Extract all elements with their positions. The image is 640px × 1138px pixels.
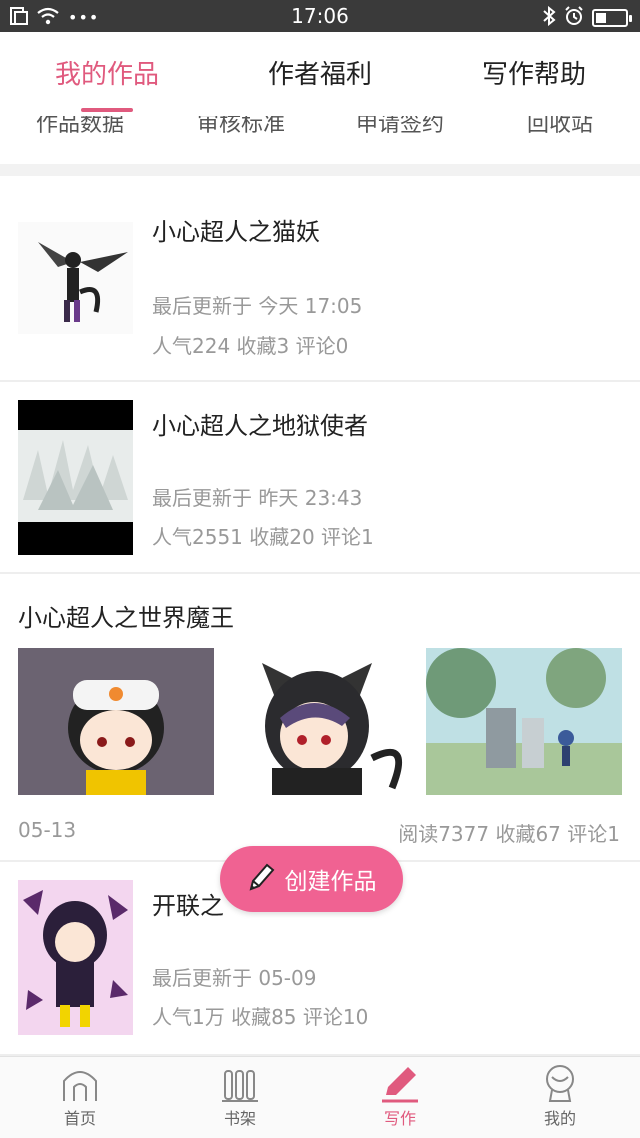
nav-home-label: 首页 (63, 1109, 96, 1128)
nav-write-label: 写作 (383, 1109, 416, 1128)
sub-tabs: 作品数据 审核标准 申请签约 回收站 (0, 116, 640, 164)
nav-write[interactable]: 写作 (320, 1063, 480, 1129)
work-item[interactable]: 小心超人之猫妖 最后更新于 今天 17:05 人气224 收藏3 评论0 (0, 176, 640, 382)
work-cover-image (18, 880, 133, 1035)
bookshelf-icon (160, 1063, 320, 1103)
subtab-apply-contract[interactable]: 申请签约 (320, 116, 480, 138)
work-item-gallery[interactable]: 小心超人之世界魔王 05-13 阅读7377 收藏67 评论1 (0, 574, 640, 862)
nav-bookshelf[interactable]: 书架 (160, 1063, 320, 1129)
work-title: 小心超人之猫妖 (152, 218, 320, 246)
bluetooth-icon (542, 5, 556, 30)
work-gallery-image-2 (222, 648, 418, 795)
work-stats: 人气224 收藏3 评论0 (152, 334, 349, 358)
bottom-nav: 首页 书架 写作 我的 (0, 1056, 640, 1138)
work-title: 小心超人之世界魔王 (18, 604, 234, 632)
subtab-recycle-bin[interactable]: 回收站 (480, 116, 640, 138)
work-updated: 最后更新于 05-09 (152, 966, 317, 990)
create-work-label: 创建作品 (284, 869, 377, 895)
status-right-icons (542, 5, 632, 30)
tab-my-works[interactable]: 我的作品 (7, 54, 207, 91)
pen-icon (320, 1063, 480, 1103)
work-gallery-image-1 (18, 648, 214, 795)
top-tabs: 我的作品 作者福利 写作帮助 (0, 32, 640, 116)
work-updated: 最后更新于 昨天 23:43 (152, 486, 363, 510)
tab-writing-help[interactable]: 写作帮助 (434, 54, 634, 91)
work-title: 开联之 (152, 892, 224, 920)
work-gallery-image-3 (426, 648, 622, 795)
work-stats: 阅读7377 收藏67 评论1 (398, 822, 620, 846)
nav-profile-label: 我的 (543, 1109, 576, 1128)
work-cover-image (18, 222, 133, 334)
subtab-work-data[interactable]: 作品数据 (0, 116, 160, 138)
status-bar: ••• 17:06 (0, 0, 640, 32)
work-date: 05-13 (18, 818, 77, 842)
pencil-icon (247, 861, 277, 897)
nav-bookshelf-label: 书架 (223, 1109, 256, 1128)
create-work-button[interactable]: 创建作品 (220, 846, 403, 912)
profile-icon (480, 1063, 640, 1103)
nav-profile[interactable]: 我的 (480, 1063, 640, 1129)
work-stats: 人气1万 收藏85 评论10 (152, 1005, 369, 1029)
alarm-icon (564, 6, 584, 30)
nav-home[interactable]: 首页 (0, 1063, 160, 1129)
work-updated: 最后更新于 今天 17:05 (152, 294, 363, 318)
work-title: 小心超人之地狱使者 (152, 412, 368, 440)
work-stats: 人气2551 收藏20 评论1 (152, 525, 374, 549)
battery-icon (592, 9, 632, 27)
home-icon (0, 1063, 160, 1103)
tab-author-benefits[interactable]: 作者福利 (220, 54, 420, 91)
work-item[interactable]: 小心超人之地狱使者 最后更新于 昨天 23:43 人气2551 收藏20 评论1 (0, 382, 640, 574)
subtab-review-standards[interactable]: 审核标准 (161, 116, 321, 138)
active-tab-indicator (81, 108, 133, 112)
section-divider (0, 164, 640, 176)
work-cover-image (18, 400, 133, 555)
